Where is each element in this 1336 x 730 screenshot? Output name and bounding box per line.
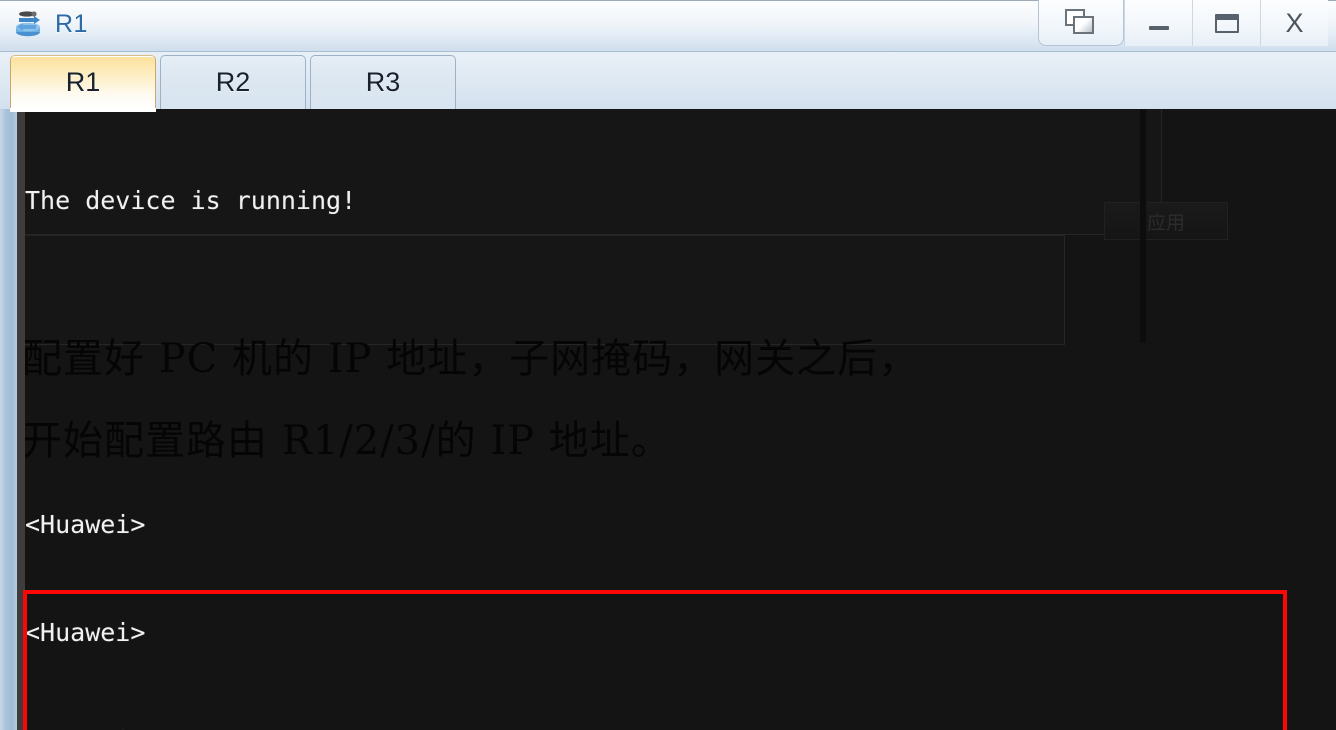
tab-r1-label: R1 (65, 67, 101, 97)
console-output: The device is running! <Huawei> <Huawei>… (25, 109, 1336, 730)
window-controls: X (1038, 0, 1328, 48)
window-title: R1 (55, 9, 88, 38)
close-icon: X (1285, 7, 1304, 38)
device-tabstrip: R1 R2 R3 (0, 52, 1336, 112)
console-line: <Huawei> (25, 618, 146, 647)
maximize-button[interactable] (1192, 0, 1260, 46)
minimize-button[interactable] (1124, 0, 1192, 46)
tab-r3-label: R3 (365, 67, 401, 97)
terminal-console[interactable]: IPv6 网关: :: 应用 配置好 PC 机的 IP 地址，子网掩码，网关之后… (25, 109, 1336, 730)
minimize-icon (1148, 26, 1169, 30)
cascade-windows-button[interactable] (1038, 0, 1124, 46)
router-cli-window: R1 X R1 R2 R3 IPv6 网关::: 应用 配置好 PC 机的 I… (0, 0, 1336, 730)
maximize-icon (1214, 13, 1239, 33)
terminal-left-margin (17, 109, 25, 730)
tab-r3[interactable]: R3 (310, 55, 456, 109)
terminal-scrollbar[interactable] (0, 109, 17, 730)
console-line: The device is running! (25, 186, 357, 215)
terminal-area: IPv6 网关: :: 应用 配置好 PC 机的 IP 地址，子网掩码，网关之后… (0, 109, 1336, 730)
console-line: <Huawei>u t m (25, 723, 1336, 730)
tab-r2-label: R2 (215, 67, 251, 97)
tab-r2[interactable]: R2 (160, 55, 306, 109)
cascade-windows-icon (1065, 8, 1097, 37)
close-button[interactable]: X (1260, 0, 1328, 46)
router-icon (14, 8, 48, 40)
console-line: <Huawei> (25, 510, 146, 539)
window-titlebar: R1 X (0, 0, 1336, 52)
window-title-group: R1 (14, 4, 88, 44)
device-tabs: R1 R2 R3 (10, 55, 460, 112)
tab-r1[interactable]: R1 (10, 55, 156, 112)
